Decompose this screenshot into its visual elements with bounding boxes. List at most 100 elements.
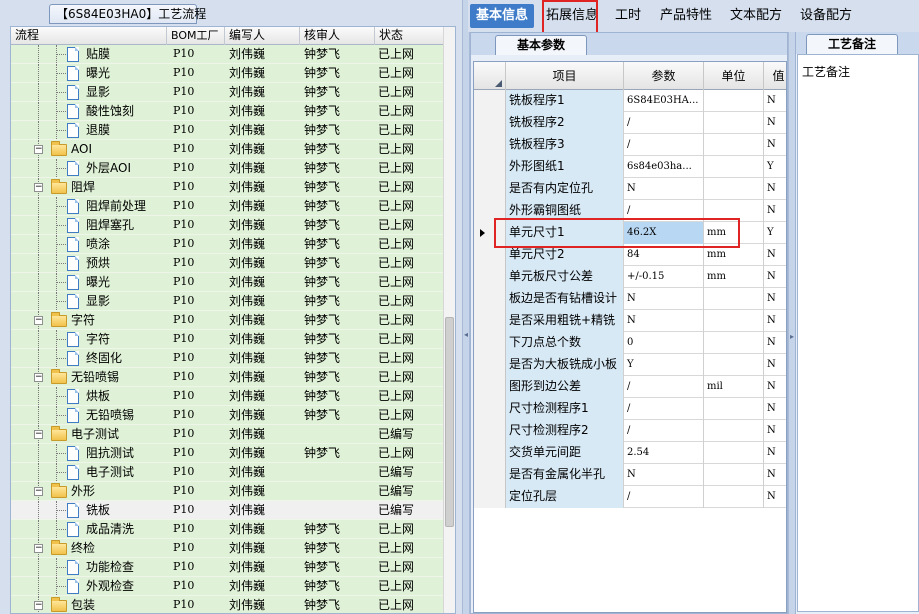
tree-row[interactable]: 退膜 P10 刘伟巍 钟梦飞 已上网: [11, 121, 445, 140]
collapse-toggle-icon[interactable]: −: [34, 487, 43, 496]
param-flag-cell[interactable]: N: [764, 420, 786, 442]
param-row[interactable]: 交货单元间距 2.54 N: [474, 442, 786, 464]
param-row[interactable]: 板边是否有钻槽设计 N N: [474, 288, 786, 310]
param-unit-cell[interactable]: mm: [704, 244, 764, 266]
param-flag-cell[interactable]: N: [764, 244, 786, 266]
collapse-toggle-icon[interactable]: −: [34, 544, 43, 553]
row-selector[interactable]: [474, 332, 506, 354]
param-row[interactable]: 尺寸检测程序2/ N: [474, 420, 786, 442]
col-header-value[interactable]: 值: [764, 62, 786, 90]
tree-row[interactable]: 阻焊塞孔 P10 刘伟巍 钟梦飞 已上网: [11, 216, 445, 235]
param-value-cell[interactable]: /: [624, 420, 704, 442]
row-selector[interactable]: [474, 266, 506, 288]
row-selector[interactable]: [474, 288, 506, 310]
param-value-cell[interactable]: 84: [624, 244, 704, 266]
tree-row[interactable]: 显影 P10 刘伟巍 钟梦飞 已上网: [11, 292, 445, 311]
param-row[interactable]: 是否采用粗铣+精铣 N N: [474, 310, 786, 332]
param-unit-cell[interactable]: [704, 134, 764, 156]
param-row[interactable]: 是否有金属化半孔 N N: [474, 464, 786, 486]
param-flag-cell[interactable]: N: [764, 442, 786, 464]
param-flag-cell[interactable]: N: [764, 332, 786, 354]
tab-product-features[interactable]: 产品特性: [654, 4, 718, 28]
tree-vertical-scrollbar[interactable]: [443, 27, 455, 613]
col-header-status[interactable]: 状态: [375, 27, 445, 45]
tree-row[interactable]: 贴膜 P10 刘伟巍 钟梦飞 已上网: [11, 45, 445, 64]
param-flag-cell[interactable]: N: [764, 310, 786, 332]
collapse-toggle-icon[interactable]: −: [34, 183, 43, 192]
param-unit-cell[interactable]: [704, 90, 764, 112]
param-unit-cell[interactable]: mil: [704, 376, 764, 398]
tree-row[interactable]: 曝光 P10 刘伟巍 钟梦飞 已上网: [11, 273, 445, 292]
param-flag-cell[interactable]: N: [764, 178, 786, 200]
param-value-cell[interactable]: 0: [624, 332, 704, 354]
row-selector[interactable]: [474, 442, 506, 464]
tab-basic-params[interactable]: 基本参数: [495, 35, 587, 55]
param-value-cell[interactable]: 6s84e03ha...: [624, 156, 704, 178]
tree-row[interactable]: 终固化 P10 刘伟巍 钟梦飞 已上网: [11, 349, 445, 368]
tree-row[interactable]: 电子测试 P10 刘伟巍 已编写: [11, 463, 445, 482]
param-value-cell[interactable]: /: [624, 486, 704, 508]
param-flag-cell[interactable]: N: [764, 288, 786, 310]
param-row[interactable]: 是否有内定位孔 N N: [474, 178, 786, 200]
row-selector[interactable]: [474, 156, 506, 178]
param-value-cell[interactable]: +/-0.15: [624, 266, 704, 288]
tree-row[interactable]: 酸性蚀刻 P10 刘伟巍 钟梦飞 已上网: [11, 102, 445, 121]
main-splitter[interactable]: ◂: [462, 0, 470, 614]
tab-work-hours[interactable]: 工时: [609, 4, 647, 28]
param-row[interactable]: 定位孔层 / N: [474, 486, 786, 508]
tab-equipment-recipe[interactable]: 设备配方: [794, 4, 858, 28]
param-row[interactable]: 下刀点总个数 0 N: [474, 332, 786, 354]
collapse-toggle-icon[interactable]: −: [34, 373, 43, 382]
param-flag-cell[interactable]: N: [764, 354, 786, 376]
tree-folder-row[interactable]: − 无铅喷锡 P10 刘伟巍 钟梦飞 已上网: [11, 368, 445, 387]
tree-row[interactable]: 预烘 P10 刘伟巍 钟梦飞 已上网: [11, 254, 445, 273]
row-selector[interactable]: [474, 310, 506, 332]
param-value-cell[interactable]: /: [624, 112, 704, 134]
collapse-toggle-icon[interactable]: −: [34, 430, 43, 439]
param-flag-cell[interactable]: N: [764, 112, 786, 134]
param-unit-cell[interactable]: [704, 332, 764, 354]
param-unit-cell[interactable]: [704, 200, 764, 222]
col-header-bom[interactable]: BOM工厂: [167, 27, 225, 45]
tree-row[interactable]: 阻焊前处理 P10 刘伟巍 钟梦飞 已上网: [11, 197, 445, 216]
collapse-toggle-icon[interactable]: −: [34, 145, 43, 154]
param-unit-cell[interactable]: [704, 112, 764, 134]
tree-row[interactable]: 铣板 P10 刘伟巍 已编写: [11, 501, 445, 520]
tree-folder-row[interactable]: − AOI P10 刘伟巍 钟梦飞 已上网: [11, 140, 445, 159]
tree-row[interactable]: 烘板 P10 刘伟巍 钟梦飞 已上网: [11, 387, 445, 406]
row-selector[interactable]: [474, 90, 506, 112]
param-row[interactable]: 单元尺寸1 46.2X mm Y: [474, 222, 786, 244]
param-row[interactable]: 尺寸检测程序1/ N: [474, 398, 786, 420]
row-selector[interactable]: [474, 464, 506, 486]
param-unit-cell[interactable]: [704, 464, 764, 486]
param-value-cell[interactable]: N: [624, 178, 704, 200]
param-row[interactable]: 单元板尺寸公差 +/-0.15 mm N: [474, 266, 786, 288]
row-selector[interactable]: [474, 178, 506, 200]
col-header-flow[interactable]: 流程: [11, 27, 167, 45]
param-unit-cell[interactable]: [704, 156, 764, 178]
param-value-cell[interactable]: Y: [624, 354, 704, 376]
param-row[interactable]: 是否为大板铣成小板 Y N: [474, 354, 786, 376]
param-flag-cell[interactable]: N: [764, 266, 786, 288]
tree-row[interactable]: 曝光 P10 刘伟巍 钟梦飞 已上网: [11, 64, 445, 83]
tree-row[interactable]: 外观检查 P10 刘伟巍 钟梦飞 已上网: [11, 577, 445, 596]
param-unit-cell[interactable]: [704, 420, 764, 442]
param-row[interactable]: 铣板程序2/ N: [474, 112, 786, 134]
row-selector[interactable]: [474, 244, 506, 266]
param-value-cell[interactable]: N: [624, 464, 704, 486]
tree-folder-row[interactable]: − 电子测试 P10 刘伟巍 已编写: [11, 425, 445, 444]
tab-extended-info[interactable]: 拓展信息: [540, 4, 604, 28]
tree-scroll-thumb[interactable]: [445, 317, 454, 527]
process-notes-area[interactable]: 工艺备注: [797, 54, 919, 612]
param-value-cell[interactable]: /: [624, 134, 704, 156]
param-value-cell[interactable]: /: [624, 376, 704, 398]
tree-row[interactable]: 字符 P10 刘伟巍 钟梦飞 已上网: [11, 330, 445, 349]
param-value-cell[interactable]: /: [624, 200, 704, 222]
col-header-param[interactable]: 参数: [624, 62, 704, 90]
param-unit-cell[interactable]: mm: [704, 266, 764, 288]
param-flag-cell[interactable]: N: [764, 464, 786, 486]
row-selector[interactable]: [474, 420, 506, 442]
param-unit-cell[interactable]: [704, 442, 764, 464]
row-selector[interactable]: [474, 376, 506, 398]
tree-folder-row[interactable]: − 包装 P10 刘伟巍 钟梦飞 已上网: [11, 596, 445, 613]
